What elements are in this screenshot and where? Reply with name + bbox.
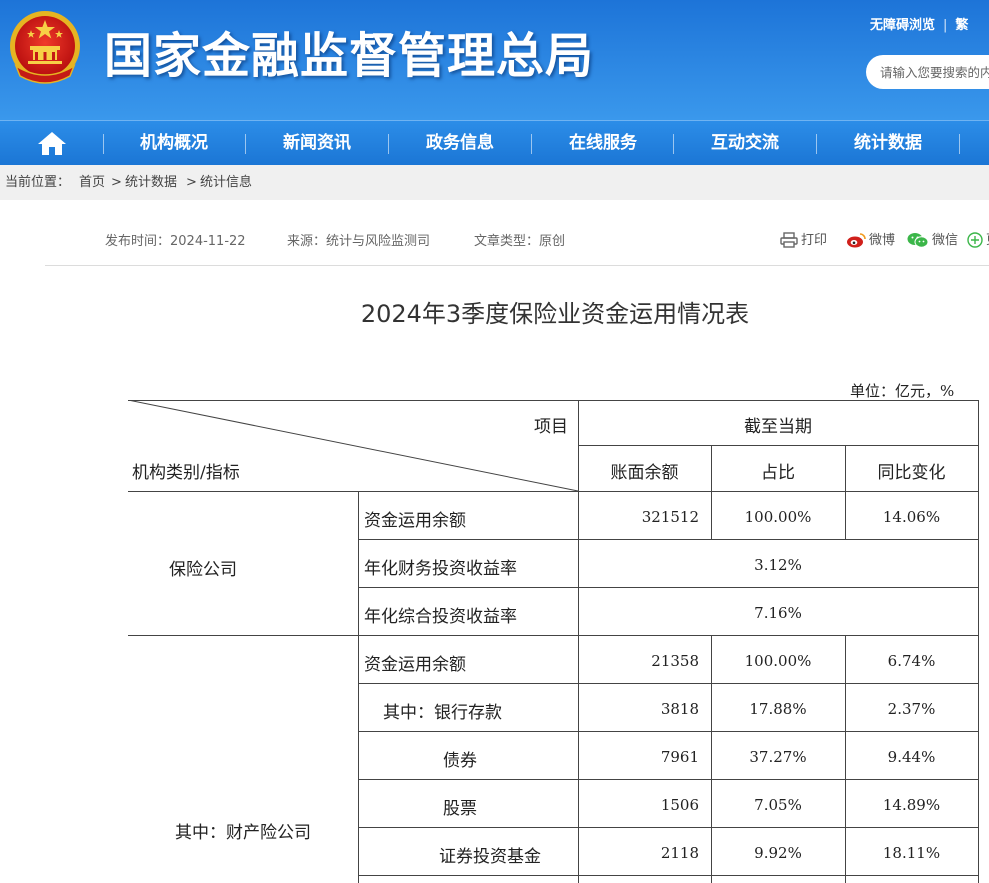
group-name: 其中：财产险公司 [175,823,311,843]
header-category: 机构类别/指标 [132,463,240,483]
printer-icon [780,232,798,248]
share-value: 100.00% [744,652,812,670]
group-name: 保险公司 [169,560,237,580]
table-line [358,827,979,828]
indicator-label: 年化财务投资收益率 [364,559,517,579]
yoy-value: 14.06% [882,508,941,526]
indicator-label: 资金运用余额 [364,655,466,675]
nav-item-statistics[interactable]: 统计数据 [826,121,950,165]
header-item: 项目 [534,417,568,437]
breadcrumb-home[interactable]: 首页 [79,165,105,200]
publish-time: 发布时间：2024-11-22 [105,234,246,249]
nav-item-interaction[interactable]: 互动交流 [683,121,807,165]
wechat-icon [907,233,929,248]
header-period: 截至当期 [744,417,812,437]
share-wechat-button[interactable]: 微信 [907,229,958,248]
site-header: 国家金融监督管理总局 无障碍浏览 | 繁 [0,0,989,120]
share-value: 100.00% [744,508,812,526]
wechat-label: 微信 [932,233,959,248]
header-yoy: 同比变化 [877,463,946,483]
nav-divider [816,134,817,154]
search-input[interactable] [880,55,989,89]
nav-divider [103,134,104,154]
balance-value: 21358 [651,652,699,670]
nav-item-government-info[interactable]: 政务信息 [398,121,522,165]
indicator-label: 其中：银行存款 [383,703,502,723]
yoy-value: 9.44% [887,748,936,766]
share-value: 37.27% [749,748,807,766]
table-line [358,875,979,876]
table-line [578,445,979,446]
header-balance: 账面余额 [610,463,679,483]
nav-divider [959,134,960,154]
table-line [978,400,979,883]
table-line [358,731,979,732]
nav-divider [531,134,532,154]
yoy-value: 2.37% [887,700,936,718]
nav-divider [388,134,389,154]
unit-label: 单位：亿元，% [850,382,955,400]
header-share: 占比 [761,463,795,483]
indicator-label: 证券投资基金 [439,847,541,867]
print-label: 打印 [801,233,828,248]
main-nav: 机构概况 新闻资讯 政务信息 在线服务 互动交流 统计数据 [0,120,989,165]
nav-item-online-services[interactable]: 在线服务 [541,121,665,165]
site-title: 国家金融监督管理总局 [104,28,595,84]
share-value: 17.88% [749,700,807,718]
yoy-value: 18.11% [882,844,941,862]
merged-value: 3.12% [754,556,802,574]
accessibility-link[interactable]: 无障碍浏览 [870,18,935,33]
balance-value: 1506 [660,796,699,814]
meta-divider [45,265,989,266]
plus-circle-icon [967,232,983,248]
table-line [358,539,979,540]
top-links: 无障碍浏览 | 繁 [870,14,968,33]
share-value: 7.05% [754,796,802,814]
article-title: 2024年3季度保险业资金运用情况表 [360,300,750,328]
balance-value: 321512 [641,508,699,526]
yoy-value: 6.74% [887,652,936,670]
merged-value: 7.16% [754,604,802,622]
breadcrumb-separator: > [111,175,122,190]
share-value: 9.92% [754,844,802,862]
national-emblem-icon[interactable] [8,6,82,90]
breadcrumb-separator: > [186,175,197,190]
share-weibo-button[interactable]: 微博 [846,229,895,248]
table-line [358,683,979,684]
balance-value: 3818 [660,700,699,718]
nav-divider [673,134,674,154]
table-line [358,491,359,883]
link-divider: | [943,18,948,33]
balance-value: 7961 [660,748,699,766]
search-box[interactable] [866,55,989,89]
yoy-value: 14.89% [882,796,941,814]
article-source: 来源：统计与风险监测司 [287,234,431,249]
indicator-label: 年化综合投资收益率 [364,607,517,627]
article-type: 文章类型：原创 [474,234,566,249]
table-line [128,635,979,636]
breadcrumb-stat-info[interactable]: 统计信息 [200,165,252,200]
print-button[interactable]: 打印 [780,229,827,248]
table-line [358,587,979,588]
share-more-button[interactable]: 更 [967,229,989,248]
nav-item-news[interactable]: 新闻资讯 [255,121,379,165]
weibo-icon [847,233,866,248]
nav-item-about[interactable]: 机构概况 [112,121,236,165]
indicator-label: 股票 [443,799,477,819]
indicator-label: 债券 [443,751,477,771]
breadcrumb-label: 当前位置： [5,175,71,190]
indicator-label: 资金运用余额 [364,511,466,531]
traditional-chinese-link[interactable]: 繁 [955,18,968,33]
nav-divider [245,134,246,154]
breadcrumb-statistics[interactable]: 统计数据 [125,165,177,200]
balance-value: 2118 [660,844,699,862]
home-icon[interactable] [36,130,68,156]
breadcrumb: 当前位置： 首页 > 统计数据 > 统计信息 [0,165,989,200]
table-line [358,779,979,780]
weibo-label: 微博 [869,233,896,248]
